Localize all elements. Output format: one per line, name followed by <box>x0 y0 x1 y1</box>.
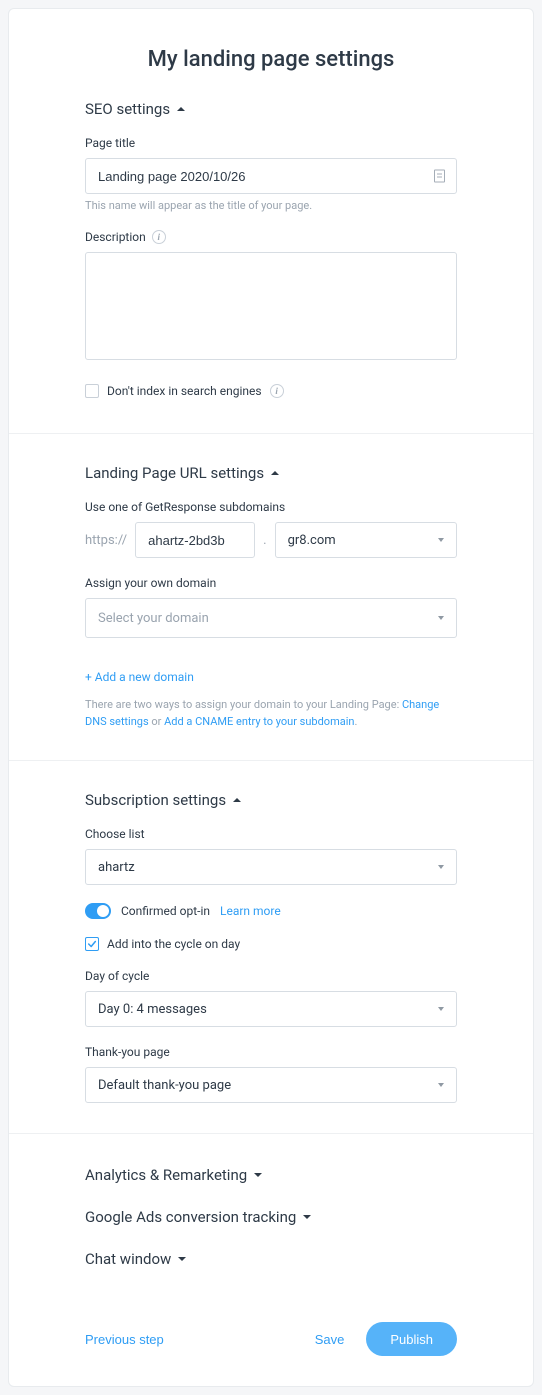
subscription-section-title: Subscription settings <box>85 791 226 809</box>
chevron-down-icon <box>438 1083 444 1087</box>
noindex-row: Don't index in search engines i <box>85 384 457 398</box>
collapse-icon <box>233 798 241 802</box>
chevron-down-icon <box>438 1007 444 1011</box>
subdomain-label: Use one of GetResponse subdomains <box>85 500 457 514</box>
collapsed-sections: Analytics & Remarketing Google Ads conve… <box>9 1134 533 1300</box>
subscription-section-header[interactable]: Subscription settings <box>85 761 457 827</box>
analytics-section-header[interactable]: Analytics & Remarketing <box>85 1154 457 1196</box>
expand-icon <box>254 1173 262 1177</box>
own-domain-field: Assign your own domain Select your domai… <box>85 576 457 638</box>
info-icon[interactable]: i <box>152 230 166 244</box>
own-domain-placeholder: Select your domain <box>98 611 209 626</box>
analytics-title: Analytics & Remarketing <box>85 1166 247 1184</box>
noindex-label: Don't index in search engines <box>107 384 262 398</box>
cycle-checkbox[interactable] <box>85 937 99 951</box>
cycle-row: Add into the cycle on day <box>85 937 457 951</box>
google-ads-section-header[interactable]: Google Ads conversion tracking <box>85 1196 457 1238</box>
chat-title: Chat window <box>85 1250 171 1268</box>
learn-more-link[interactable]: Learn more <box>220 904 281 918</box>
footer: Previous step Save Publish <box>9 1300 533 1386</box>
help-text-2: or <box>149 715 164 728</box>
subdomain-input[interactable] <box>135 522 255 558</box>
help-text-1: There are two ways to assign your domain… <box>85 698 402 711</box>
dot-text: . <box>263 533 266 548</box>
domain-select[interactable]: gr8.com <box>275 522 457 558</box>
thank-you-value: Default thank-you page <box>98 1078 231 1093</box>
own-domain-label: Assign your own domain <box>85 576 457 590</box>
page-title: My landing page settings <box>9 9 533 100</box>
chevron-down-icon <box>438 538 444 542</box>
description-field: Description i <box>85 230 457 364</box>
url-section-header[interactable]: Landing Page URL settings <box>85 434 457 500</box>
choose-list-label: Choose list <box>85 827 457 841</box>
day-cycle-label: Day of cycle <box>85 969 457 983</box>
protocol-text: https:// <box>85 533 127 548</box>
previous-step-button[interactable]: Previous step <box>85 1332 164 1347</box>
day-cycle-select[interactable]: Day 0: 4 messages <box>85 991 457 1027</box>
footer-left: Previous step <box>85 1332 293 1347</box>
help-text-3: . <box>354 715 357 728</box>
day-cycle-field: Day of cycle Day 0: 4 messages <box>85 969 457 1027</box>
subscription-section: Subscription settings Choose list ahartz… <box>9 761 533 1134</box>
info-icon[interactable]: i <box>270 384 284 398</box>
cycle-label: Add into the cycle on day <box>107 937 240 951</box>
cname-link[interactable]: Add a CNAME entry to your subdomain <box>164 715 354 728</box>
description-label: Description i <box>85 230 457 244</box>
domain-help-text: There are two ways to assign your domain… <box>85 697 457 730</box>
page-title-hint: This name will appear as the title of yo… <box>85 199 457 212</box>
collapse-icon <box>271 471 279 475</box>
text-snippet-icon <box>434 170 445 183</box>
chat-section-header[interactable]: Chat window <box>85 1238 457 1280</box>
page-title-input-wrapper <box>85 158 457 194</box>
day-cycle-value: Day 0: 4 messages <box>98 1002 207 1017</box>
domain-select-value: gr8.com <box>288 533 336 548</box>
description-input[interactable] <box>85 252 457 360</box>
optin-toggle[interactable] <box>85 903 111 919</box>
seo-section-title: SEO settings <box>85 100 170 118</box>
chevron-down-icon <box>438 616 444 620</box>
thank-you-label: Thank-you page <box>85 1045 457 1059</box>
settings-card: My landing page settings SEO settings Pa… <box>8 8 534 1387</box>
add-domain-link[interactable]: + Add a new domain <box>85 670 194 684</box>
expand-icon <box>178 1257 186 1261</box>
check-icon <box>87 939 97 949</box>
description-label-text: Description <box>85 230 146 244</box>
toggle-knob <box>97 905 109 917</box>
own-domain-select[interactable]: Select your domain <box>85 598 457 638</box>
expand-icon <box>303 1215 311 1219</box>
subdomain-field: Use one of GetResponse subdomains https:… <box>85 500 457 558</box>
optin-label: Confirmed opt-in <box>121 904 210 918</box>
url-section-title: Landing Page URL settings <box>85 464 264 482</box>
thank-you-field: Thank-you page Default thank-you page <box>85 1045 457 1103</box>
page-title-input[interactable] <box>85 158 457 194</box>
google-ads-title: Google Ads conversion tracking <box>85 1208 296 1226</box>
add-domain-row: + Add a new domain <box>85 638 457 697</box>
thank-you-select[interactable]: Default thank-you page <box>85 1067 457 1103</box>
noindex-checkbox[interactable] <box>85 384 99 398</box>
seo-section-header[interactable]: SEO settings <box>85 100 457 136</box>
choose-list-field: Choose list ahartz <box>85 827 457 885</box>
url-section: Landing Page URL settings Use one of Get… <box>9 434 533 761</box>
choose-list-select[interactable]: ahartz <box>85 849 457 885</box>
collapse-icon <box>177 107 185 111</box>
chevron-down-icon <box>438 865 444 869</box>
save-button[interactable]: Save <box>315 1332 345 1347</box>
choose-list-value: ahartz <box>98 860 135 875</box>
seo-section: SEO settings Page title This name will a… <box>9 100 533 434</box>
page-title-field: Page title This name will appear as the … <box>85 136 457 212</box>
url-row: https:// . gr8.com <box>85 522 457 558</box>
publish-button[interactable]: Publish <box>366 1322 457 1356</box>
page-title-label: Page title <box>85 136 457 150</box>
optin-row: Confirmed opt-in Learn more <box>85 903 457 919</box>
